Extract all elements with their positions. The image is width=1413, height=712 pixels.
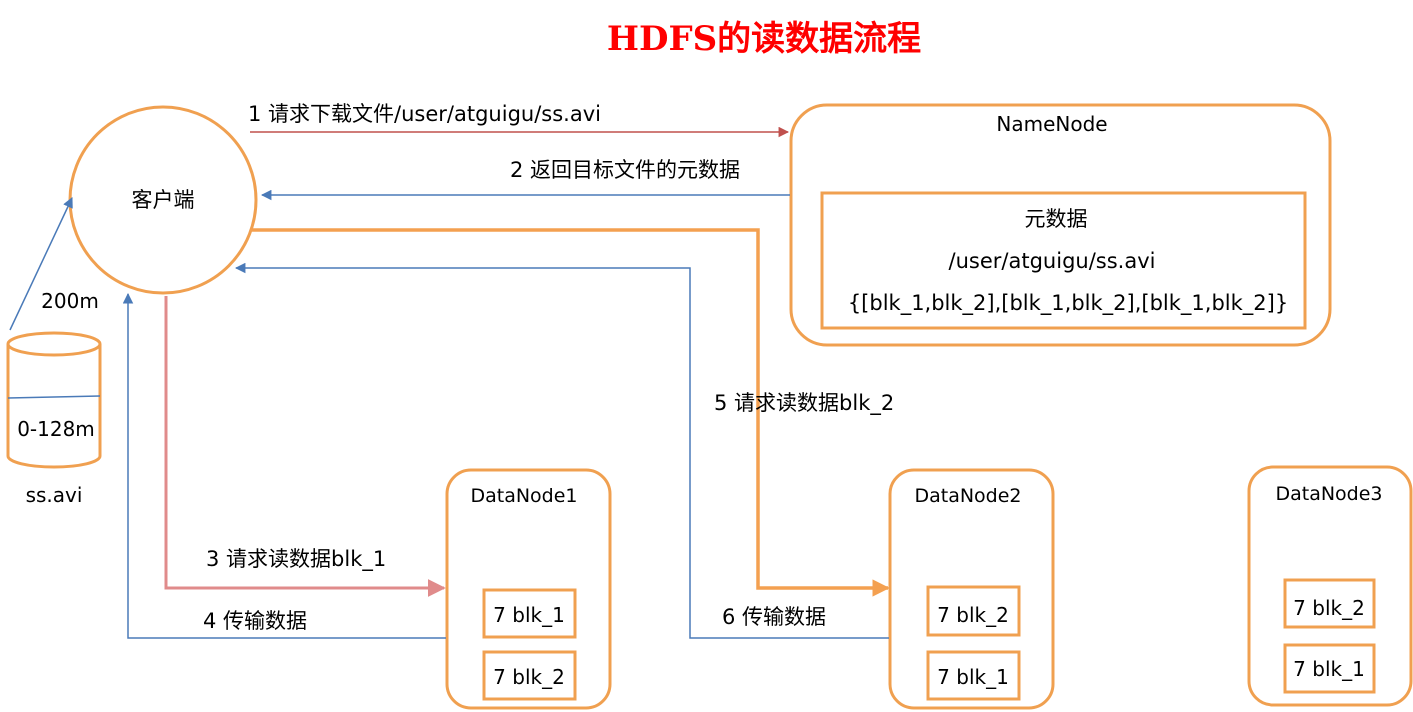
file-name-label: ss.avi <box>26 483 83 507</box>
client-node: 客户端 <box>68 105 258 295</box>
datanode-1-block-1-label: 7 blk_1 <box>493 603 565 627</box>
metadata-blocks: {[blk_1,blk_2],[blk_1,blk_2],[blk_1,blk_… <box>848 291 1288 316</box>
step-4-label: 4 传输数据 <box>203 609 307 633</box>
datanode-2-block-2-label: 7 blk_1 <box>937 665 1009 689</box>
step-5-label: 5 请求读数据blk_2 <box>714 391 894 416</box>
step-1-label: 1 请求下载文件/user/atguigu/ss.avi <box>248 102 601 126</box>
metadata-path: /user/atguigu/ss.avi <box>949 249 1156 273</box>
step-4-arrow <box>122 292 446 639</box>
datanode-3-label: DataNode3 <box>1275 483 1382 505</box>
file-size-label: 200m <box>41 289 99 313</box>
file-cylinder: 0-128m <box>6 331 102 469</box>
metadata-heading: 元数据 <box>1025 207 1088 231</box>
step-2-label: 2 返回目标文件的元数据 <box>510 158 740 182</box>
datanode-2-label: DataNode2 <box>914 485 1021 507</box>
datanode-3-block-1-label: 7 blk_2 <box>1293 596 1365 620</box>
step-3-label: 3 请求读数据blk_1 <box>206 547 386 572</box>
hdfs-read-flow-diagram: HDFS的读数据流程 客户端 0-128m 200m ss.avi NameNo… <box>6 19 1413 710</box>
step-3-arrow <box>164 296 446 597</box>
datanode-1: DataNode1 7 blk_1 7 blk_2 <box>445 468 612 710</box>
datanode-1-block-2-label: 7 blk_2 <box>493 665 565 689</box>
datanode-1-label: DataNode1 <box>470 485 577 507</box>
namenode: NameNode 元数据 /user/atguigu/ss.avi {[blk_… <box>789 103 1332 347</box>
diagram-title: HDFS的读数据流程 <box>607 19 921 59</box>
datanode-2: DataNode2 7 blk_2 7 blk_1 <box>888 468 1055 710</box>
datanode-3-block-2-label: 7 blk_1 <box>1293 657 1365 681</box>
step-6-label: 6 传输数据 <box>722 605 826 629</box>
block-range-label: 0-128m <box>17 417 95 441</box>
datanode-2-block-1-label: 7 blk_2 <box>937 603 1009 627</box>
datanode-3: DataNode3 7 blk_2 7 blk_1 <box>1247 465 1413 707</box>
client-label: 客户端 <box>132 188 195 212</box>
namenode-label: NameNode <box>996 112 1107 136</box>
